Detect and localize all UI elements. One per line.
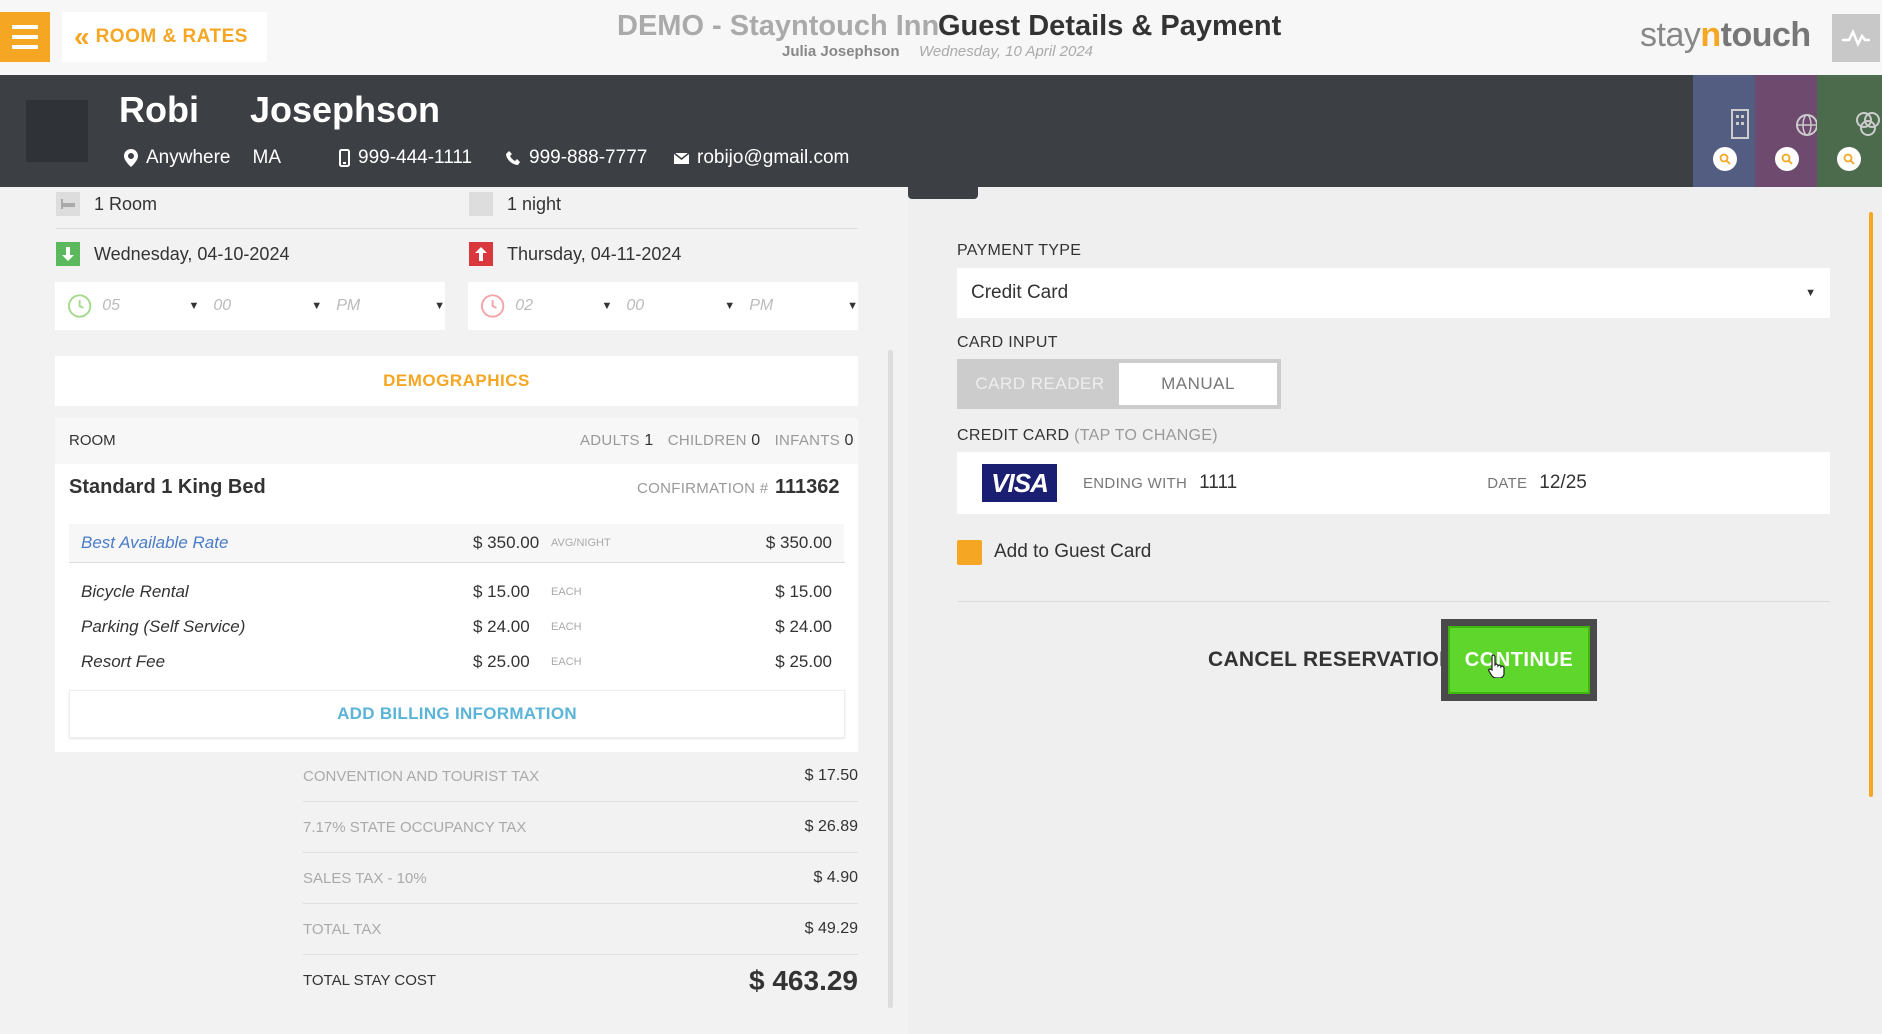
departure-arrow-icon — [469, 242, 493, 266]
manual-option[interactable]: MANUAL — [1119, 363, 1277, 405]
departure-date[interactable]: Thursday, 04-11-2024 — [469, 242, 681, 266]
total-stay-cost: TOTAL STAY COST $ 463.29 — [303, 964, 858, 996]
card-ending: 1111 — [1199, 472, 1238, 493]
current-user: Julia Josephson — [782, 43, 900, 60]
menu-icon[interactable] — [0, 12, 50, 62]
back-label: ROOM & RATES — [95, 26, 248, 47]
caret-down-icon: ▼ — [188, 300, 200, 312]
confirmation-label: CONFIRMATION # — [637, 480, 769, 497]
tab-web[interactable] — [1755, 75, 1818, 187]
demographics-button[interactable]: DEMOGRAPHICS — [55, 356, 858, 406]
card-expiry: 12/25 — [1539, 472, 1587, 493]
tax-row: CONVENTION AND TOURIST TAX $ 17.50 — [303, 751, 858, 802]
business-date: Wednesday, 10 April 2024 — [919, 43, 1094, 60]
arrival-minute-select[interactable]: 00 ▼ — [213, 297, 322, 315]
location-pin-icon — [124, 149, 138, 167]
caret-down-icon: ▼ — [311, 300, 323, 312]
add-to-guest-card-label[interactable]: Add to Guest Card — [994, 541, 1151, 563]
room-card: ROOM ADULTS 1 CHILDREN 0 INFANTS 0 Stand… — [55, 418, 858, 752]
tab-travel-agent[interactable] — [1817, 75, 1882, 187]
guest-last-name[interactable]: Josephson — [250, 89, 440, 131]
payment-type-select[interactable]: Credit Card ▼ — [957, 268, 1830, 318]
guest-phone: 999-888-7777 — [506, 147, 647, 169]
guest-location: Anywhere MA — [124, 147, 281, 169]
guest-mobile: 999-444-1111 — [339, 147, 472, 169]
addon-row: Resort Fee $ 25.00 EACH $ 25.00 — [81, 652, 832, 671]
room-count: 1 Room — [56, 192, 157, 216]
departure-minute-select[interactable]: 00 ▼ — [626, 297, 735, 315]
tab-hotel[interactable] — [1693, 75, 1755, 187]
payment-type-label: PAYMENT TYPE — [957, 242, 1082, 259]
rate-row[interactable]: Best Available Rate $ 350.00 AVG/NIGHT $… — [69, 524, 844, 562]
room-type: Standard 1 King Bed — [69, 476, 266, 498]
arrival-date[interactable]: Wednesday, 04-10-2024 — [56, 242, 289, 266]
search-icon[interactable] — [1713, 147, 1737, 171]
globe-icon — [1796, 114, 1818, 136]
circles-icon — [1856, 112, 1880, 136]
phone-icon — [506, 150, 520, 165]
date-label: DATE — [1487, 474, 1528, 492]
visa-logo: VISA — [982, 464, 1057, 502]
activity-pulse-icon[interactable] — [1832, 14, 1880, 62]
clock-icon — [67, 294, 92, 318]
guest-header: Robi Josephson Anywhere MA 999-444-1111 … — [0, 75, 1882, 187]
left-scrollbar[interactable] — [888, 350, 893, 1008]
moon-icon — [469, 192, 493, 216]
brand-logo: stayntouch — [1640, 16, 1811, 54]
panel-tab — [908, 187, 978, 199]
guest-first-name[interactable]: Robi — [119, 89, 199, 131]
hotel-name: DEMO - Stayntouch Inn — [617, 10, 940, 42]
cancel-reservation-button[interactable]: CANCEL RESERVATION — [1208, 648, 1455, 672]
caret-down-icon: ▼ — [724, 300, 736, 312]
double-chevron-left-icon: « — [74, 21, 89, 52]
add-to-guest-card-checkbox[interactable] — [957, 540, 982, 565]
top-bar: « ROOM & RATES DEMO - Stayntouch Inn Gue… — [0, 0, 1882, 75]
occupancy: ADULTS 1 CHILDREN 0 INFANTS 0 — [580, 432, 854, 449]
addon-row: Parking (Self Service) $ 24.00 EACH $ 24… — [81, 617, 832, 636]
card-input-label: CARD INPUT — [957, 334, 1058, 351]
arrival-hour-select[interactable]: 05 ▼ — [102, 297, 199, 315]
night-count: 1 night — [469, 192, 561, 216]
card-reader-option[interactable]: CARD READER — [961, 363, 1119, 405]
email-icon — [674, 152, 689, 164]
caret-down-icon: ▼ — [1805, 287, 1816, 299]
departure-time-selector[interactable]: 02 ▼ 00 ▼ PM ▼ — [468, 282, 858, 330]
arrival-arrow-icon — [56, 242, 80, 266]
page-title: Guest Details & Payment — [938, 10, 1282, 42]
tax-row: TOTAL TAX $ 49.29 — [303, 904, 858, 955]
search-icon[interactable] — [1837, 147, 1861, 171]
back-to-room-rates-button[interactable]: « ROOM & RATES — [62, 12, 267, 62]
continue-button[interactable]: CONTINUE — [1448, 626, 1590, 694]
mobile-phone-icon — [339, 149, 350, 167]
credit-card-label: CREDIT CARD (TAP TO CHANGE) — [957, 427, 1218, 444]
divider — [56, 228, 858, 229]
building-icon — [1731, 109, 1749, 139]
addon-row: Bicycle Rental $ 15.00 EACH $ 15.00 — [81, 582, 832, 601]
caret-down-icon: ▼ — [847, 300, 858, 312]
bed-icon — [56, 192, 80, 216]
confirmation-number: 111362 — [775, 476, 840, 498]
arrival-time-selector[interactable]: 05 ▼ 00 ▼ PM ▼ — [55, 282, 445, 330]
right-scrollbar[interactable] — [1869, 212, 1873, 797]
departure-hour-select[interactable]: 02 ▼ — [515, 297, 612, 315]
guest-avatar[interactable] — [26, 100, 88, 162]
add-billing-info-button[interactable]: ADD BILLING INFORMATION — [69, 690, 845, 738]
guest-email: robijo@gmail.com — [674, 147, 849, 169]
departure-ampm-select[interactable]: PM ▼ — [749, 297, 858, 315]
divider — [957, 601, 1830, 602]
continue-button-frame: CONTINUE — [1441, 619, 1597, 701]
card-input-toggle[interactable]: CARD READER MANUAL — [957, 359, 1281, 409]
room-card-header: ROOM ADULTS 1 CHILDREN 0 INFANTS 0 — [55, 418, 858, 464]
hand-cursor-icon — [1488, 654, 1505, 678]
credit-card-display[interactable]: VISA ENDING WITH 1111 DATE 12/25 — [957, 452, 1830, 514]
tax-row: SALES TAX - 10% $ 4.90 — [303, 853, 858, 904]
search-icon[interactable] — [1775, 147, 1799, 171]
caret-down-icon: ▼ — [434, 300, 445, 312]
tax-row: 7.17% STATE OCCUPANCY TAX $ 26.89 — [303, 802, 858, 853]
arrival-ampm-select[interactable]: PM ▼ — [336, 297, 445, 315]
ending-label: ENDING WITH — [1083, 474, 1188, 492]
caret-down-icon: ▼ — [601, 300, 613, 312]
clock-icon — [480, 294, 505, 318]
